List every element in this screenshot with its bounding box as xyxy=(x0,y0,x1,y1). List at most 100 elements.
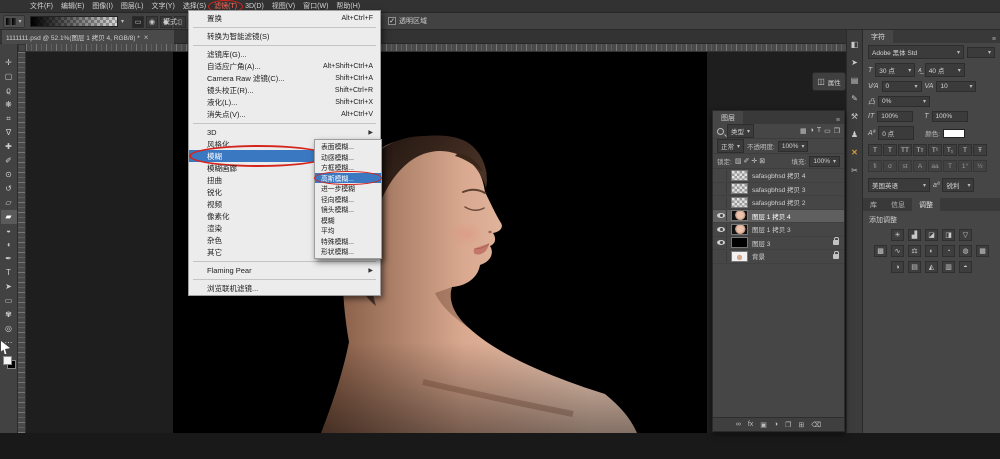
collapsed-panel-icon[interactable]: ✎ xyxy=(851,94,858,103)
lock-option-icon[interactable]: ✐ xyxy=(743,157,749,165)
layer-row[interactable]: 图层 3 xyxy=(713,237,844,251)
blur-submenu-item[interactable]: 高斯模糊... xyxy=(315,173,381,184)
layer-filter-icon[interactable]: ◑ xyxy=(810,127,814,135)
adjustment-icon[interactable]: ◭ xyxy=(925,261,938,273)
layers-footer-icon[interactable]: fx xyxy=(748,421,753,428)
layer-thumbnail[interactable] xyxy=(731,183,748,194)
tool-button[interactable]: ▢ xyxy=(1,70,17,84)
proportional-spacing-select[interactable]: 0%▾ xyxy=(878,96,930,107)
tool-button[interactable]: ❋ xyxy=(1,98,17,112)
vertical-scale-field[interactable]: 100% xyxy=(877,111,913,122)
filter-menu-item[interactable]: 液化(L)... Shift+Ctrl+X ▶ xyxy=(189,96,380,108)
layer-row[interactable]: 图层 1 拷贝 3 xyxy=(713,223,844,237)
filter-menu-item[interactable]: 置换 Alt+Ctrl+F ▶ xyxy=(189,12,380,24)
visibility-toggle[interactable] xyxy=(716,251,727,262)
leading-select[interactable]: 40 点▾ xyxy=(925,63,965,77)
horizontal-ruler[interactable] xyxy=(26,44,848,52)
opentype-feature-button[interactable]: T xyxy=(943,160,957,172)
gradient-type-button[interactable]: ◉ xyxy=(146,16,158,28)
blur-submenu-item[interactable]: 镜头模糊... xyxy=(315,204,381,215)
opentype-feature-button[interactable]: 1° xyxy=(958,160,972,172)
lock-option-icon[interactable]: ✛ xyxy=(751,157,757,165)
visibility-toggle[interactable] xyxy=(716,197,727,208)
opentype-feature-button[interactable]: ½ xyxy=(973,160,987,172)
opentype-feature-button[interactable]: aa xyxy=(928,160,942,172)
gradient-type-button[interactable]: ▭ xyxy=(132,16,144,28)
adjustment-icon[interactable]: ∿ xyxy=(891,245,904,257)
layer-row[interactable]: 图层 1 拷贝 4 xyxy=(713,210,844,224)
tool-button[interactable]: ✐ xyxy=(1,154,17,168)
close-icon[interactable]: × xyxy=(144,33,149,42)
collapsed-panel-icon[interactable]: ⚒ xyxy=(851,112,858,121)
properties-panel-button[interactable]: ◫ 属性 xyxy=(812,72,846,91)
blur-submenu-item[interactable]: 径向模糊... xyxy=(315,194,381,205)
horizontal-scale-field[interactable]: 100% xyxy=(932,111,968,122)
layer-row[interactable]: 背景 xyxy=(713,250,844,264)
collapsed-panel-icon[interactable]: ♟ xyxy=(851,130,858,139)
vertical-ruler[interactable] xyxy=(18,52,26,433)
tool-button[interactable]: ▱ xyxy=(1,196,17,210)
opacity-select[interactable]: 100%▾ xyxy=(778,141,809,152)
visibility-toggle[interactable] xyxy=(716,170,727,181)
blur-submenu-item[interactable]: 平均 xyxy=(315,225,381,236)
adjustment-icon[interactable]: ▩ xyxy=(874,245,887,257)
adjustment-icon[interactable]: ▥ xyxy=(942,261,955,273)
tool-button[interactable]: ▰ xyxy=(1,210,17,224)
adjustment-icon[interactable]: ◪ xyxy=(925,229,938,241)
collapsed-panel-icon[interactable]: ➤ xyxy=(851,58,858,67)
filter-menu-item[interactable]: Camera Raw 滤镜(C)... Shift+Ctrl+A ▶ xyxy=(189,72,380,84)
menu-bar-item[interactable]: 编辑(E) xyxy=(57,0,88,13)
gradient-editor-preview[interactable] xyxy=(30,16,118,27)
tool-button[interactable]: ϱ xyxy=(1,84,17,98)
layer-filter-icon[interactable]: ❒ xyxy=(834,127,840,135)
tool-button[interactable]: ⊙ xyxy=(1,168,17,182)
blur-submenu-item[interactable]: 方框模糊... xyxy=(315,162,381,173)
opentype-feature-button[interactable]: A xyxy=(913,160,927,172)
layers-footer-icon[interactable]: ❐ xyxy=(785,421,791,429)
menu-bar-item[interactable]: 文字(Y) xyxy=(147,0,178,13)
layer-filter-icon[interactable]: ▦ xyxy=(800,127,807,135)
text-style-button[interactable]: T xyxy=(883,144,897,156)
panel-tab[interactable]: 信息 xyxy=(884,198,912,211)
opentype-feature-button[interactable]: σ xyxy=(883,160,897,172)
tool-button[interactable]: ◎ xyxy=(1,322,17,336)
document-tab[interactable]: 1111111.psd @ 52.1%(图层 1 拷贝 4, RGB/8) * … xyxy=(2,30,174,44)
layers-footer-icon[interactable]: ⊞ xyxy=(798,421,804,429)
opentype-feature-button[interactable]: st xyxy=(898,160,912,172)
filter-menu-item[interactable]: 转换为智能滤镜(S) ▶ xyxy=(189,30,380,42)
layer-thumbnail[interactable] xyxy=(731,251,748,262)
filter-menu-item[interactable]: 滤镜库(G)... ▶ xyxy=(189,48,380,60)
text-style-button[interactable]: TT xyxy=(898,144,912,156)
gradient-tool-preset-button[interactable]: ▾ xyxy=(3,15,25,28)
adjustment-icon[interactable]: ▦ xyxy=(976,245,989,257)
tool-button[interactable]: T xyxy=(1,266,17,280)
transparency-checkbox[interactable]: ✓ 透明区域 xyxy=(388,16,427,26)
panel-menu-icon[interactable]: ≡ xyxy=(836,117,844,124)
text-color-swatch[interactable] xyxy=(943,129,965,138)
visibility-toggle[interactable] xyxy=(716,183,727,194)
tab-layers[interactable]: 图层 xyxy=(713,111,743,124)
filter-menu-item[interactable]: 3D ▶ xyxy=(189,126,380,138)
kerning-select[interactable]: 0▾ xyxy=(882,81,922,92)
collapsed-panel-icon[interactable]: ▤ xyxy=(851,76,859,85)
layer-name[interactable]: safasgbhsd 拷贝 3 xyxy=(752,184,841,194)
blur-submenu-item[interactable]: 进一步模糊 xyxy=(315,183,381,194)
filter-menu-item[interactable]: 浏览联机滤镜... ▶ xyxy=(189,282,380,294)
font-style-select[interactable]: ▾ xyxy=(967,47,995,58)
text-style-button[interactable]: Ŧ xyxy=(973,144,987,156)
layer-thumbnail[interactable] xyxy=(731,170,748,181)
layer-name[interactable]: safasgbhsd 拷贝 2 xyxy=(752,197,841,207)
layers-footer-icon[interactable]: ⌫ xyxy=(811,421,821,429)
layers-footer-icon[interactable]: ▣ xyxy=(760,421,767,429)
adjustment-icon[interactable]: ◓ xyxy=(959,261,972,273)
foreground-color-swatch[interactable] xyxy=(3,356,12,365)
tool-button[interactable]: ✒ xyxy=(1,252,17,266)
panel-menu-icon[interactable]: ≡ xyxy=(992,36,1000,43)
filter-menu-item[interactable]: 消失点(V)... Alt+Ctrl+V ▶ xyxy=(189,108,380,120)
tool-button[interactable]: ◒ xyxy=(1,224,17,238)
tool-button[interactable]: ∇ xyxy=(1,126,17,140)
adjustment-icon[interactable]: ▤ xyxy=(908,261,921,273)
blend-mode-select[interactable]: 正常▾ xyxy=(717,139,744,153)
panel-tab[interactable]: 库 xyxy=(863,198,884,211)
layer-row[interactable]: safasgbhsd 拷贝 4 xyxy=(713,169,844,183)
